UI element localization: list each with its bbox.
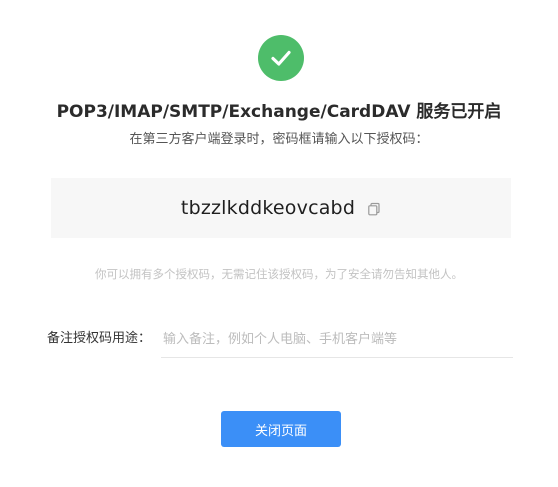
auth-code-page: POP3/IMAP/SMTP/Exchange/CardDAV 服务已开启 在第… <box>0 0 558 487</box>
close-page-button[interactable]: 关闭页面 <box>221 411 341 447</box>
checkmark-icon <box>271 50 291 66</box>
copy-icon[interactable] <box>367 201 381 216</box>
remark-input[interactable] <box>161 322 513 358</box>
remark-label: 备注授权码用途： <box>47 331 152 346</box>
security-hint: 你可以拥有多个授权码，无需记住该授权码，为了安全请勿告知其他人。 <box>95 267 463 281</box>
check-circle-icon <box>258 35 304 81</box>
auth-code-value[interactable]: tbzzlkddkeovcabd <box>181 197 355 219</box>
page-title: POP3/IMAP/SMTP/Exchange/CardDAV 服务已开启 <box>56 102 502 122</box>
auth-code-box: tbzzlkddkeovcabd <box>51 178 511 238</box>
page-subtitle: 在第三方客户端登录时，密码框请输入以下授权码： <box>129 132 429 147</box>
